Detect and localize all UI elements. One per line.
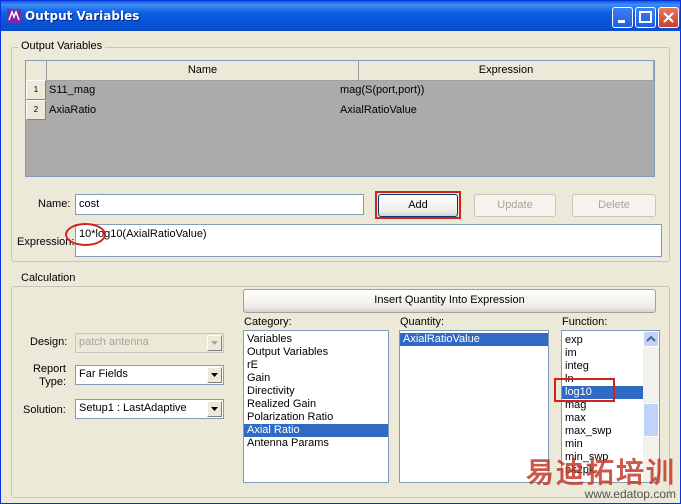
close-button[interactable] [658, 7, 679, 28]
table-cell-name[interactable]: S11_mag [47, 80, 359, 100]
row-header[interactable]: 2 [26, 100, 46, 120]
design-select[interactable]: patch antenna [75, 333, 224, 353]
insert-quantity-button[interactable]: Insert Quantity Into Expression [243, 289, 656, 313]
table-cell-name[interactable]: AxiaRatio [47, 100, 359, 120]
column-header-expression[interactable]: Expression [359, 61, 654, 81]
solution-label: Solution: [23, 404, 66, 416]
update-button[interactable]: Update [474, 194, 556, 217]
list-item-selected[interactable]: AxialRatioValue [400, 333, 548, 346]
output-variables-table[interactable]: Name Expression 1 S11_mag mag(S(port,por… [25, 60, 655, 177]
row-header[interactable]: 1 [26, 80, 46, 100]
delete-button[interactable]: Delete [572, 194, 656, 217]
minimize-button[interactable] [612, 7, 633, 28]
chevron-down-icon[interactable] [207, 367, 222, 383]
chevron-down-icon[interactable] [207, 401, 222, 417]
solution-select[interactable]: Setup1 : LastAdaptive [75, 399, 224, 419]
table-cell-expression[interactable]: mag(S(port,port)) [338, 80, 633, 100]
list-item[interactable]: Gain [244, 372, 388, 385]
table-cell-expression[interactable]: AxialRatioValue [338, 100, 633, 120]
list-item[interactable]: Antenna Params [244, 437, 388, 450]
design-label: Design: [30, 336, 68, 348]
chevron-down-icon[interactable] [207, 335, 222, 351]
highlight-box [554, 378, 615, 402]
list-item[interactable]: Polarization Ratio [244, 411, 388, 424]
name-input[interactable]: cost [75, 194, 364, 215]
name-label: Name: [38, 198, 71, 210]
expression-input[interactable]: 10*log10(AxialRatioValue) [75, 224, 662, 257]
category-list[interactable]: Variables Output Variables rE Gain Direc… [243, 330, 389, 483]
window-title: Output Variables [25, 9, 140, 23]
watermark-text: 易迪拓培训 [525, 456, 676, 489]
list-item[interactable]: Realized Gain [244, 398, 388, 411]
list-item-selected[interactable]: Axial Ratio [244, 424, 388, 437]
list-item[interactable]: rE [244, 359, 388, 372]
app-logo-icon [7, 9, 21, 23]
highlight-ellipse [65, 223, 106, 246]
output-variables-dialog: Output Variables Output Variables Name E… [0, 0, 681, 504]
solution-select-value: Setup1 : LastAdaptive [79, 402, 187, 414]
function-label: Function: [562, 316, 608, 328]
scroll-thumb[interactable] [643, 403, 659, 437]
report-type-select-value: Far Fields [79, 368, 128, 380]
report-type-select[interactable]: Far Fields [75, 365, 224, 385]
column-header-name[interactable]: Name [47, 61, 359, 81]
design-select-value: patch antenna [79, 336, 149, 348]
watermark: 易迪拓培训 www.edatop.com [526, 451, 676, 501]
list-item[interactable]: Variables [244, 333, 388, 346]
maximize-icon [639, 11, 652, 23]
calculation-group-label: Calculation [18, 272, 79, 284]
category-label: Category: [244, 316, 292, 328]
chevron-up-icon [646, 335, 656, 342]
list-item[interactable]: Output Variables [244, 346, 388, 359]
list-item[interactable]: Directivity [244, 385, 388, 398]
close-icon [663, 12, 674, 23]
maximize-button[interactable] [635, 7, 656, 28]
quantity-label: Quantity: [400, 316, 445, 328]
minimize-icon [618, 20, 625, 23]
title-bar[interactable]: Output Variables [1, 1, 680, 31]
table-corner [26, 61, 47, 81]
report-type-label: Report Type: [32, 363, 66, 388]
output-variables-group-label: Output Variables [18, 40, 106, 52]
highlight-box [375, 191, 461, 219]
scroll-up-button[interactable] [643, 331, 659, 347]
